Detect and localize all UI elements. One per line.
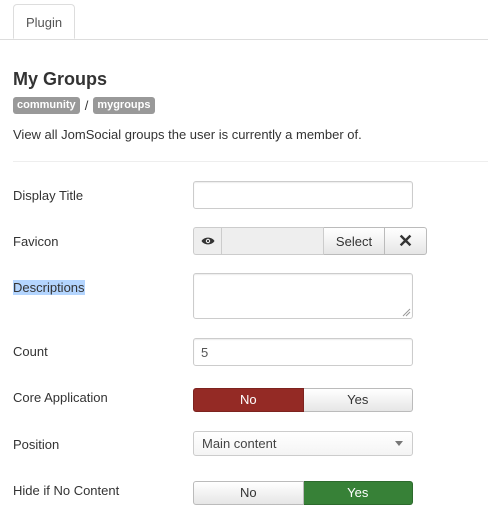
plugin-description: View all JomSocial groups the user is cu… xyxy=(13,127,362,142)
badge-mygroups: mygroups xyxy=(93,97,155,114)
descriptions-textarea[interactable] xyxy=(193,273,413,319)
display-title-label: Display Title xyxy=(13,188,84,203)
count-label: Count xyxy=(13,344,48,359)
position-label: Position xyxy=(13,437,60,452)
hide-if-no-content-toggle: No Yes xyxy=(193,481,413,505)
descriptions-label: Descriptions xyxy=(13,280,85,295)
chevron-down-icon xyxy=(395,441,403,446)
favicon-path-field xyxy=(221,227,324,255)
position-selected-value: Main content xyxy=(202,436,277,451)
core-application-label: Core Application xyxy=(13,390,108,405)
core-application-no-option[interactable]: No xyxy=(193,388,304,412)
tab-plugin[interactable]: Plugin xyxy=(13,4,76,39)
core-application-yes-option[interactable]: Yes xyxy=(303,388,413,412)
breadcrumb: community / mygroups xyxy=(13,97,155,114)
favicon-select-button[interactable]: Select xyxy=(324,227,385,255)
close-icon: ✕ xyxy=(397,230,414,251)
count-input[interactable] xyxy=(193,338,413,366)
resize-grip-icon[interactable] xyxy=(401,307,411,317)
display-title-input[interactable] xyxy=(193,181,413,209)
breadcrumb-separator: / xyxy=(84,98,89,113)
hide-if-no-content-no-option[interactable]: No xyxy=(193,481,304,505)
position-select[interactable]: Main content xyxy=(193,431,413,456)
eye-icon[interactable] xyxy=(193,227,221,255)
hide-if-no-content-yes-option[interactable]: Yes xyxy=(303,481,413,505)
favicon-clear-button[interactable]: ✕ xyxy=(385,227,427,255)
tab-bar: Plugin xyxy=(0,0,488,40)
favicon-media-field: Select ✕ xyxy=(193,227,427,255)
hide-if-no-content-label: Hide if No Content xyxy=(13,483,120,498)
favicon-label: Favicon xyxy=(13,234,59,249)
divider xyxy=(13,161,488,162)
badge-community: community xyxy=(13,97,80,114)
core-application-toggle: No Yes xyxy=(193,388,413,412)
page-title: My Groups xyxy=(13,69,108,89)
